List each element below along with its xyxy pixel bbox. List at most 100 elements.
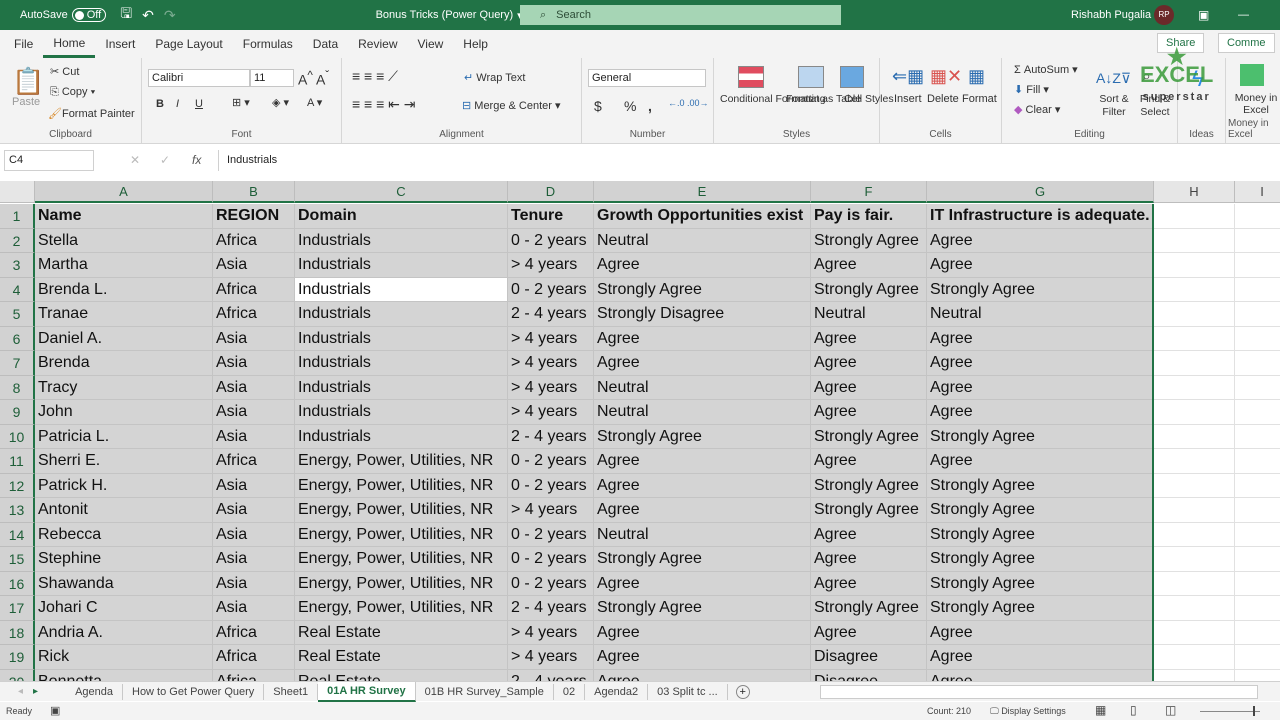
row-header[interactable]: 17 — [0, 596, 35, 621]
number-format-select[interactable]: General — [588, 69, 706, 87]
table-cell[interactable]: Andria A. — [35, 620, 213, 645]
table-cell[interactable]: Agree — [594, 620, 811, 645]
page-layout-view-icon[interactable]: ▯ — [1130, 703, 1137, 717]
table-cell[interactable]: 0 - 2 years — [508, 449, 594, 474]
table-cell[interactable]: Strongly Agree — [927, 277, 1154, 302]
table-cell[interactable] — [1235, 400, 1280, 425]
sheet-tab[interactable]: 01A HR Survey — [318, 681, 416, 702]
table-cell[interactable]: Asia — [213, 596, 295, 621]
table-cell[interactable]: Brenda L. — [35, 277, 213, 302]
table-cell[interactable] — [1154, 473, 1235, 498]
table-cell[interactable]: Strongly Agree — [927, 571, 1154, 596]
table-cell[interactable]: Industrials — [295, 228, 508, 253]
sort-filter-button[interactable]: Sort & Filter — [1096, 93, 1132, 119]
column-header-G[interactable]: G — [927, 181, 1154, 203]
table-cell[interactable] — [1154, 326, 1235, 351]
copy-button[interactable]: ⎘ Copy ▾ — [50, 86, 95, 99]
table-cell[interactable]: Neutral — [811, 302, 927, 327]
table-cell[interactable]: Strongly Agree — [594, 424, 811, 449]
cut-button[interactable]: ✂ Cut — [50, 65, 79, 78]
table-cell[interactable] — [1235, 302, 1280, 327]
table-cell[interactable] — [1235, 645, 1280, 670]
table-cell[interactable]: Africa — [213, 302, 295, 327]
sheet-tab[interactable]: How to Get Power Query — [123, 683, 265, 700]
table-cell[interactable]: Agree — [594, 326, 811, 351]
table-cell[interactable]: Strongly Agree — [927, 522, 1154, 547]
tab-data[interactable]: Data — [303, 30, 348, 58]
table-cell[interactable]: Tranae — [35, 302, 213, 327]
table-cell[interactable]: Agree — [594, 253, 811, 278]
header-cell[interactable]: Tenure — [508, 204, 594, 229]
table-cell[interactable] — [1235, 351, 1280, 376]
table-cell[interactable] — [1154, 620, 1235, 645]
format-cells-button[interactable]: Format — [962, 93, 997, 105]
header-cell[interactable]: Domain — [295, 204, 508, 229]
table-cell[interactable]: Rebecca — [35, 522, 213, 547]
column-header-D[interactable]: D — [508, 181, 594, 203]
font-size-select[interactable]: 11 — [250, 69, 294, 87]
table-cell[interactable]: > 4 years — [508, 498, 594, 523]
table-cell[interactable]: Agree — [811, 522, 927, 547]
table-cell[interactable] — [1235, 253, 1280, 278]
column-header-E[interactable]: E — [594, 181, 811, 203]
tab-view[interactable]: View — [408, 30, 454, 58]
table-cell[interactable]: Agree — [811, 375, 927, 400]
table-cell[interactable]: 0 - 2 years — [508, 228, 594, 253]
fill-color-icon[interactable]: ◈ ▾ — [272, 96, 289, 109]
table-cell[interactable]: Strongly Agree — [594, 277, 811, 302]
table-cell[interactable]: 0 - 2 years — [508, 547, 594, 572]
sheet-tab[interactable]: 01B HR Survey_Sample — [416, 683, 554, 700]
tab-home[interactable]: Home — [43, 30, 96, 58]
table-cell[interactable]: Neutral — [594, 400, 811, 425]
spreadsheet-grid[interactable]: A B C D E F G H I 1 Name REGION Domain Tenure Growth O… — [0, 181, 1280, 681]
table-cell[interactable]: Asia — [213, 498, 295, 523]
table-cell[interactable]: Patricia L. — [35, 424, 213, 449]
paste-button[interactable]: Paste — [12, 96, 40, 108]
tab-help[interactable]: Help — [453, 30, 498, 58]
cancel-icon[interactable]: ✕ — [130, 153, 140, 167]
minimize-icon[interactable]: — — [1238, 9, 1249, 21]
row-header[interactable]: 5 — [0, 302, 35, 327]
table-cell[interactable]: Industrials — [295, 375, 508, 400]
tab-file[interactable]: File — [4, 30, 43, 58]
table-cell[interactable]: 2 - 4 years — [508, 669, 594, 681]
font-name-select[interactable]: Calibri — [148, 69, 250, 87]
table-cell[interactable]: Agree — [811, 253, 927, 278]
table-cell[interactable]: Agree — [927, 326, 1154, 351]
font-color-icon[interactable]: A ▾ — [307, 96, 322, 109]
avatar[interactable]: RP — [1154, 5, 1174, 25]
table-cell[interactable]: Industrials — [295, 277, 508, 302]
currency-button[interactable]: $ — [594, 98, 602, 114]
delete-cells-button[interactable]: Delete — [927, 93, 959, 105]
header-cell[interactable]: Growth Opportunities exist — [594, 204, 811, 229]
table-cell[interactable]: Asia — [213, 424, 295, 449]
header-cell[interactable]: Pay is fair. — [811, 204, 927, 229]
table-cell[interactable] — [1154, 645, 1235, 670]
sheet-tab[interactable]: Agenda2 — [585, 683, 649, 700]
row-header[interactable]: 11 — [0, 449, 35, 474]
table-cell[interactable]: Strongly Agree — [927, 596, 1154, 621]
table-cell[interactable]: 2 - 4 years — [508, 302, 594, 327]
table-cell[interactable]: Asia — [213, 253, 295, 278]
borders-icon[interactable]: ⊞ ▾ — [232, 96, 250, 109]
table-cell[interactable]: 0 - 2 years — [508, 522, 594, 547]
table-cell[interactable] — [1235, 277, 1280, 302]
table-cell[interactable]: Agree — [594, 669, 811, 681]
table-cell[interactable]: Energy, Power, Utilities, NR — [295, 449, 508, 474]
sheet-tab[interactable]: 03 Split tc ... — [648, 683, 728, 700]
autosum-button[interactable]: Σ AutoSum ▾ — [1014, 63, 1078, 76]
table-cell[interactable]: Industrials — [295, 253, 508, 278]
table-cell[interactable]: Agree — [927, 620, 1154, 645]
table-cell[interactable]: Antonit — [35, 498, 213, 523]
column-header-F[interactable]: F — [811, 181, 927, 203]
table-cell[interactable]: > 4 years — [508, 253, 594, 278]
grow-font-icon[interactable]: A^ Aˇ — [298, 69, 329, 88]
undo-icon[interactable]: ↶ — [142, 7, 154, 24]
row-header[interactable]: 20 — [0, 669, 35, 681]
table-cell[interactable] — [1154, 547, 1235, 572]
enter-icon[interactable]: ✓ — [160, 153, 170, 167]
table-cell[interactable]: Strongly Agree — [811, 498, 927, 523]
zoom-slider-thumb[interactable] — [1253, 706, 1255, 716]
column-header-A[interactable]: A — [35, 181, 213, 203]
table-cell[interactable]: Neutral — [927, 302, 1154, 327]
